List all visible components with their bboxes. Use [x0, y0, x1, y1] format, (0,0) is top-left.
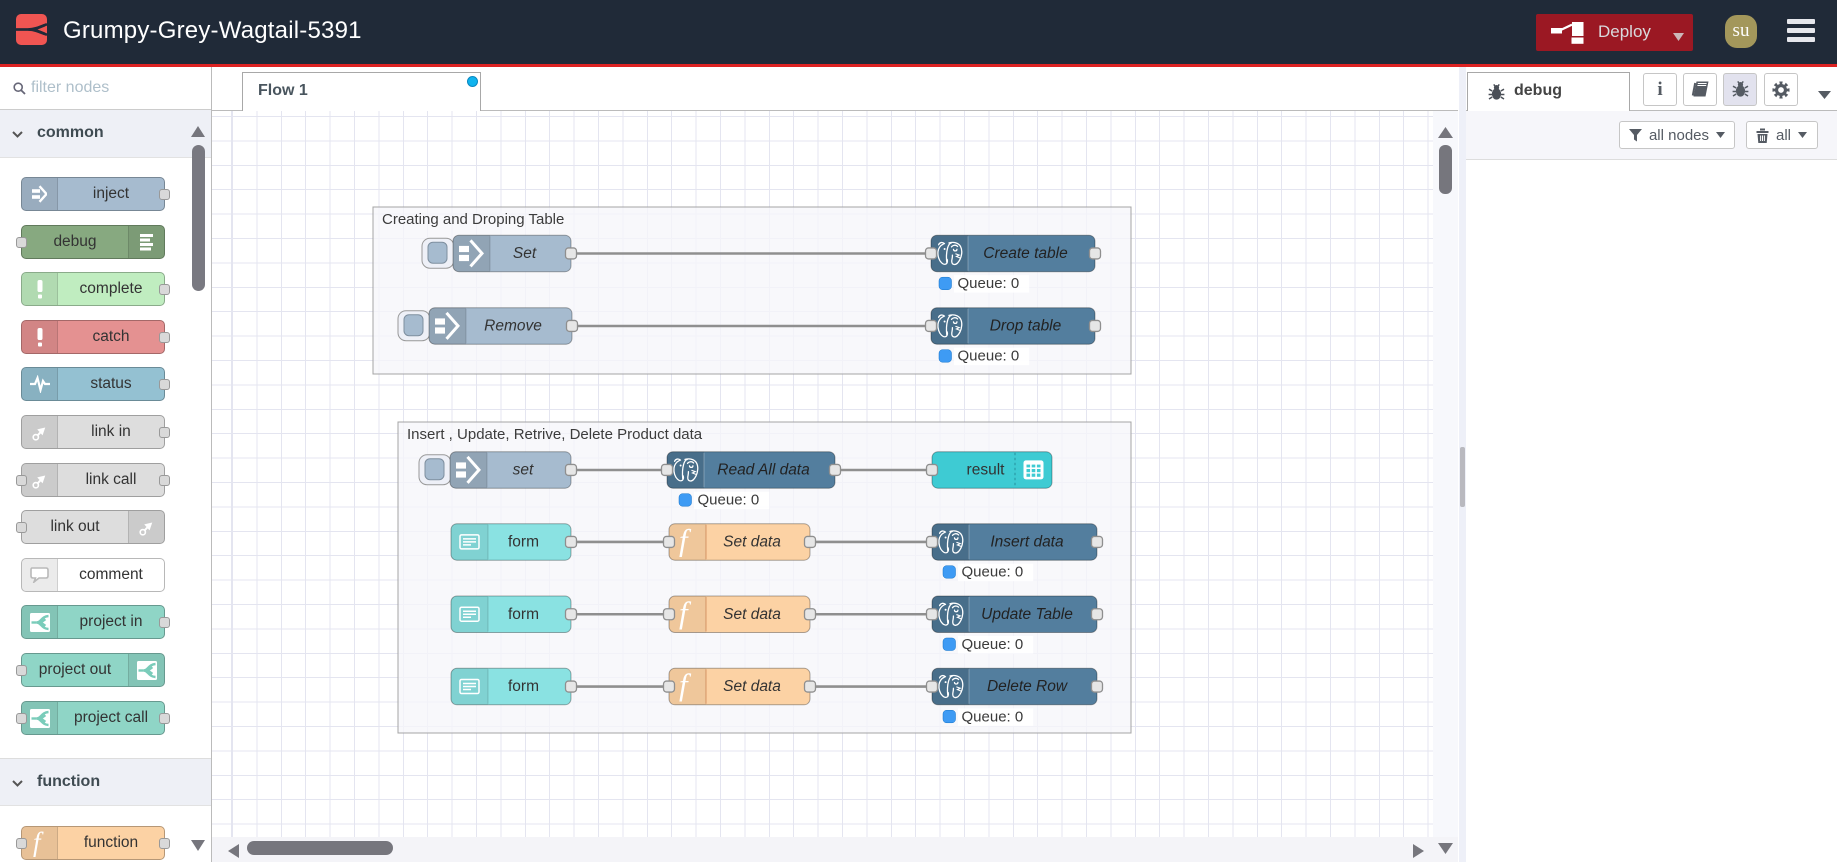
svg-text:Insert data: Insert data — [990, 533, 1064, 550]
svg-text:f: f — [33, 830, 44, 857]
svg-text:Set: Set — [513, 245, 537, 262]
svg-text:Remove: Remove — [484, 317, 542, 334]
svg-text:Set data: Set data — [723, 678, 781, 695]
svg-text:Update Table: Update Table — [981, 606, 1073, 623]
svg-text:form: form — [508, 533, 539, 550]
svg-text:result: result — [967, 461, 1006, 478]
svg-text:Queue: 0: Queue: 0 — [962, 636, 1024, 653]
svg-text:form: form — [508, 606, 539, 623]
svg-text:Delete Row: Delete Row — [987, 678, 1069, 695]
svg-text:Queue: 0: Queue: 0 — [958, 348, 1020, 365]
svg-text:Queue: 0: Queue: 0 — [958, 275, 1020, 292]
svg-text:Queue: 0: Queue: 0 — [962, 564, 1024, 581]
svg-text:Queue: 0: Queue: 0 — [698, 492, 760, 509]
svg-text:form: form — [508, 678, 539, 695]
svg-text:Queue: 0: Queue: 0 — [962, 708, 1024, 725]
svg-text:Insert , Update, Retrive, Dele: Insert , Update, Retrive, Delete Product… — [407, 426, 703, 443]
svg-text:Set data: Set data — [723, 533, 781, 550]
svg-text:Create table: Create table — [983, 245, 1068, 262]
svg-text:Creating and Droping Table: Creating and Droping Table — [382, 211, 564, 228]
svg-text:Drop table: Drop table — [990, 317, 1062, 334]
svg-text:Read All data: Read All data — [717, 461, 810, 478]
svg-text:set: set — [513, 461, 534, 478]
svg-text:Set data: Set data — [723, 606, 781, 623]
